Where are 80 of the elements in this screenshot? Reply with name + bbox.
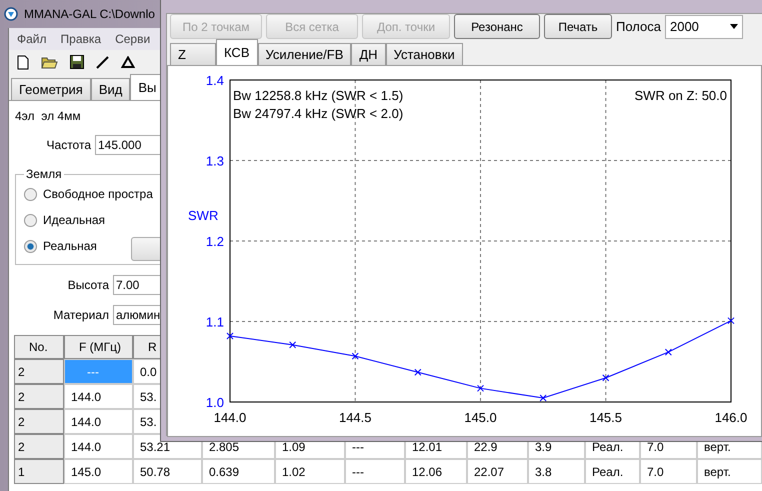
field-label: Материал — [52, 308, 109, 322]
table-cell[interactable]: 144.0 — [64, 434, 133, 459]
chart-annotation: Bw 24797.4 kHz (SWR < 2.0) — [233, 106, 404, 121]
data-point-marker — [289, 341, 296, 348]
height-field[interactable]: 7.00 — [113, 275, 163, 295]
x-tick-label: 145.5 — [589, 410, 622, 425]
table-cell[interactable]: --- — [345, 459, 405, 484]
row-header[interactable]: 2 — [14, 384, 64, 409]
y-tick-label: 1.4 — [206, 73, 224, 88]
menu-item[interactable]: Файл — [17, 32, 47, 46]
tab[interactable]: Z — [170, 43, 216, 65]
toolbar-button[interactable]: Резонанс — [454, 14, 540, 39]
table-cell[interactable]: 50.78 — [133, 459, 202, 484]
menu-item[interactable]: Серви — [115, 32, 150, 46]
save-icon[interactable] — [70, 55, 84, 69]
band-label: Полоса — [616, 19, 661, 34]
table-cell[interactable]: 3.8 — [528, 459, 585, 484]
table-cell[interactable]: Реал. — [585, 459, 640, 484]
app-logo-icon — [4, 7, 18, 21]
table-cell[interactable]: 7.0 — [640, 459, 697, 484]
y-axis-label: SWR — [188, 208, 218, 223]
tab[interactable]: ДН — [351, 43, 386, 65]
group-title: Земля — [25, 167, 63, 181]
data-point-marker — [602, 374, 610, 382]
x-tick-label: 145.0 — [464, 410, 497, 425]
table-cell[interactable]: 144.0 — [64, 409, 133, 434]
x-tick-label: 144.5 — [338, 410, 372, 425]
field-label: Частота — [46, 138, 91, 152]
toolbar-button[interactable]: Печать — [544, 14, 612, 39]
tab[interactable]: Геометрия — [11, 78, 91, 100]
table-cell[interactable]: 22.07 — [467, 459, 528, 484]
data-point-marker — [226, 332, 234, 340]
y-tick-label: 1.2 — [206, 234, 224, 249]
x-tick-label: 146.0 — [714, 410, 748, 425]
row-header[interactable]: 2 — [14, 359, 64, 384]
tab[interactable]: КСВ — [216, 39, 258, 65]
line-icon[interactable] — [96, 56, 109, 68]
table-cell[interactable]: 12.06 — [405, 459, 467, 484]
material-field[interactable]: алюмин — [113, 305, 163, 325]
radio-label: Идеальная — [43, 213, 106, 227]
radio-label: Свободное простра — [43, 187, 153, 201]
radio-label: Реальная — [43, 239, 97, 253]
tab[interactable]: Установки — [386, 43, 463, 65]
table-cell[interactable]: 145.0 — [64, 459, 133, 484]
frequency-field[interactable]: 145.000 — [95, 135, 163, 155]
table-cell[interactable]: 144.0 — [64, 384, 133, 409]
table-cell[interactable]: 0.639 — [202, 459, 275, 484]
menu-item[interactable]: Правка — [60, 32, 102, 46]
radio-button[interactable] — [24, 214, 37, 226]
field-label: Высота — [66, 278, 109, 292]
data-point-marker — [352, 352, 359, 360]
chart-annotation: Bw 12258.8 kHz (SWR < 1.5) — [233, 88, 404, 103]
row-header[interactable]: 2 — [14, 434, 64, 459]
tab[interactable]: Усиление/FB — [258, 43, 352, 65]
data-point-marker — [664, 348, 672, 356]
y-tick-label: 1.0 — [206, 395, 224, 410]
triangle-icon[interactable] — [121, 56, 135, 68]
y-tick-label: 1.1 — [206, 314, 224, 330]
table-cell[interactable]: верт. — [697, 459, 762, 484]
antenna-name: 4эл эл 4мм — [15, 109, 81, 123]
data-point-marker — [728, 317, 734, 324]
y-tick-label: 1.3 — [206, 154, 224, 168]
radio-button[interactable] — [24, 240, 37, 252]
row-header[interactable]: 2 — [14, 409, 64, 434]
column-header[interactable]: F (МГц) — [64, 335, 133, 359]
window-title: MMANA-GAL C:\Downlo — [24, 7, 155, 21]
x-tick-label: 144.0 — [214, 410, 246, 425]
row-header[interactable]: 1 — [14, 459, 64, 484]
band-select[interactable]: 2000 — [664, 14, 743, 38]
ground-settings-button[interactable] — [131, 237, 163, 261]
data-point-marker — [540, 394, 547, 402]
radio-button[interactable] — [24, 188, 37, 200]
data-point-marker — [414, 368, 422, 376]
data-point-marker — [477, 384, 484, 392]
table-cell[interactable]: 1.02 — [275, 459, 345, 484]
tab[interactable]: Вид — [90, 78, 130, 100]
new-file-icon[interactable] — [17, 54, 29, 70]
chart-annotation: SWR on Z: 50.0 — [634, 88, 727, 103]
folder-icon[interactable] — [41, 56, 58, 68]
column-header[interactable]: No. — [14, 335, 64, 359]
